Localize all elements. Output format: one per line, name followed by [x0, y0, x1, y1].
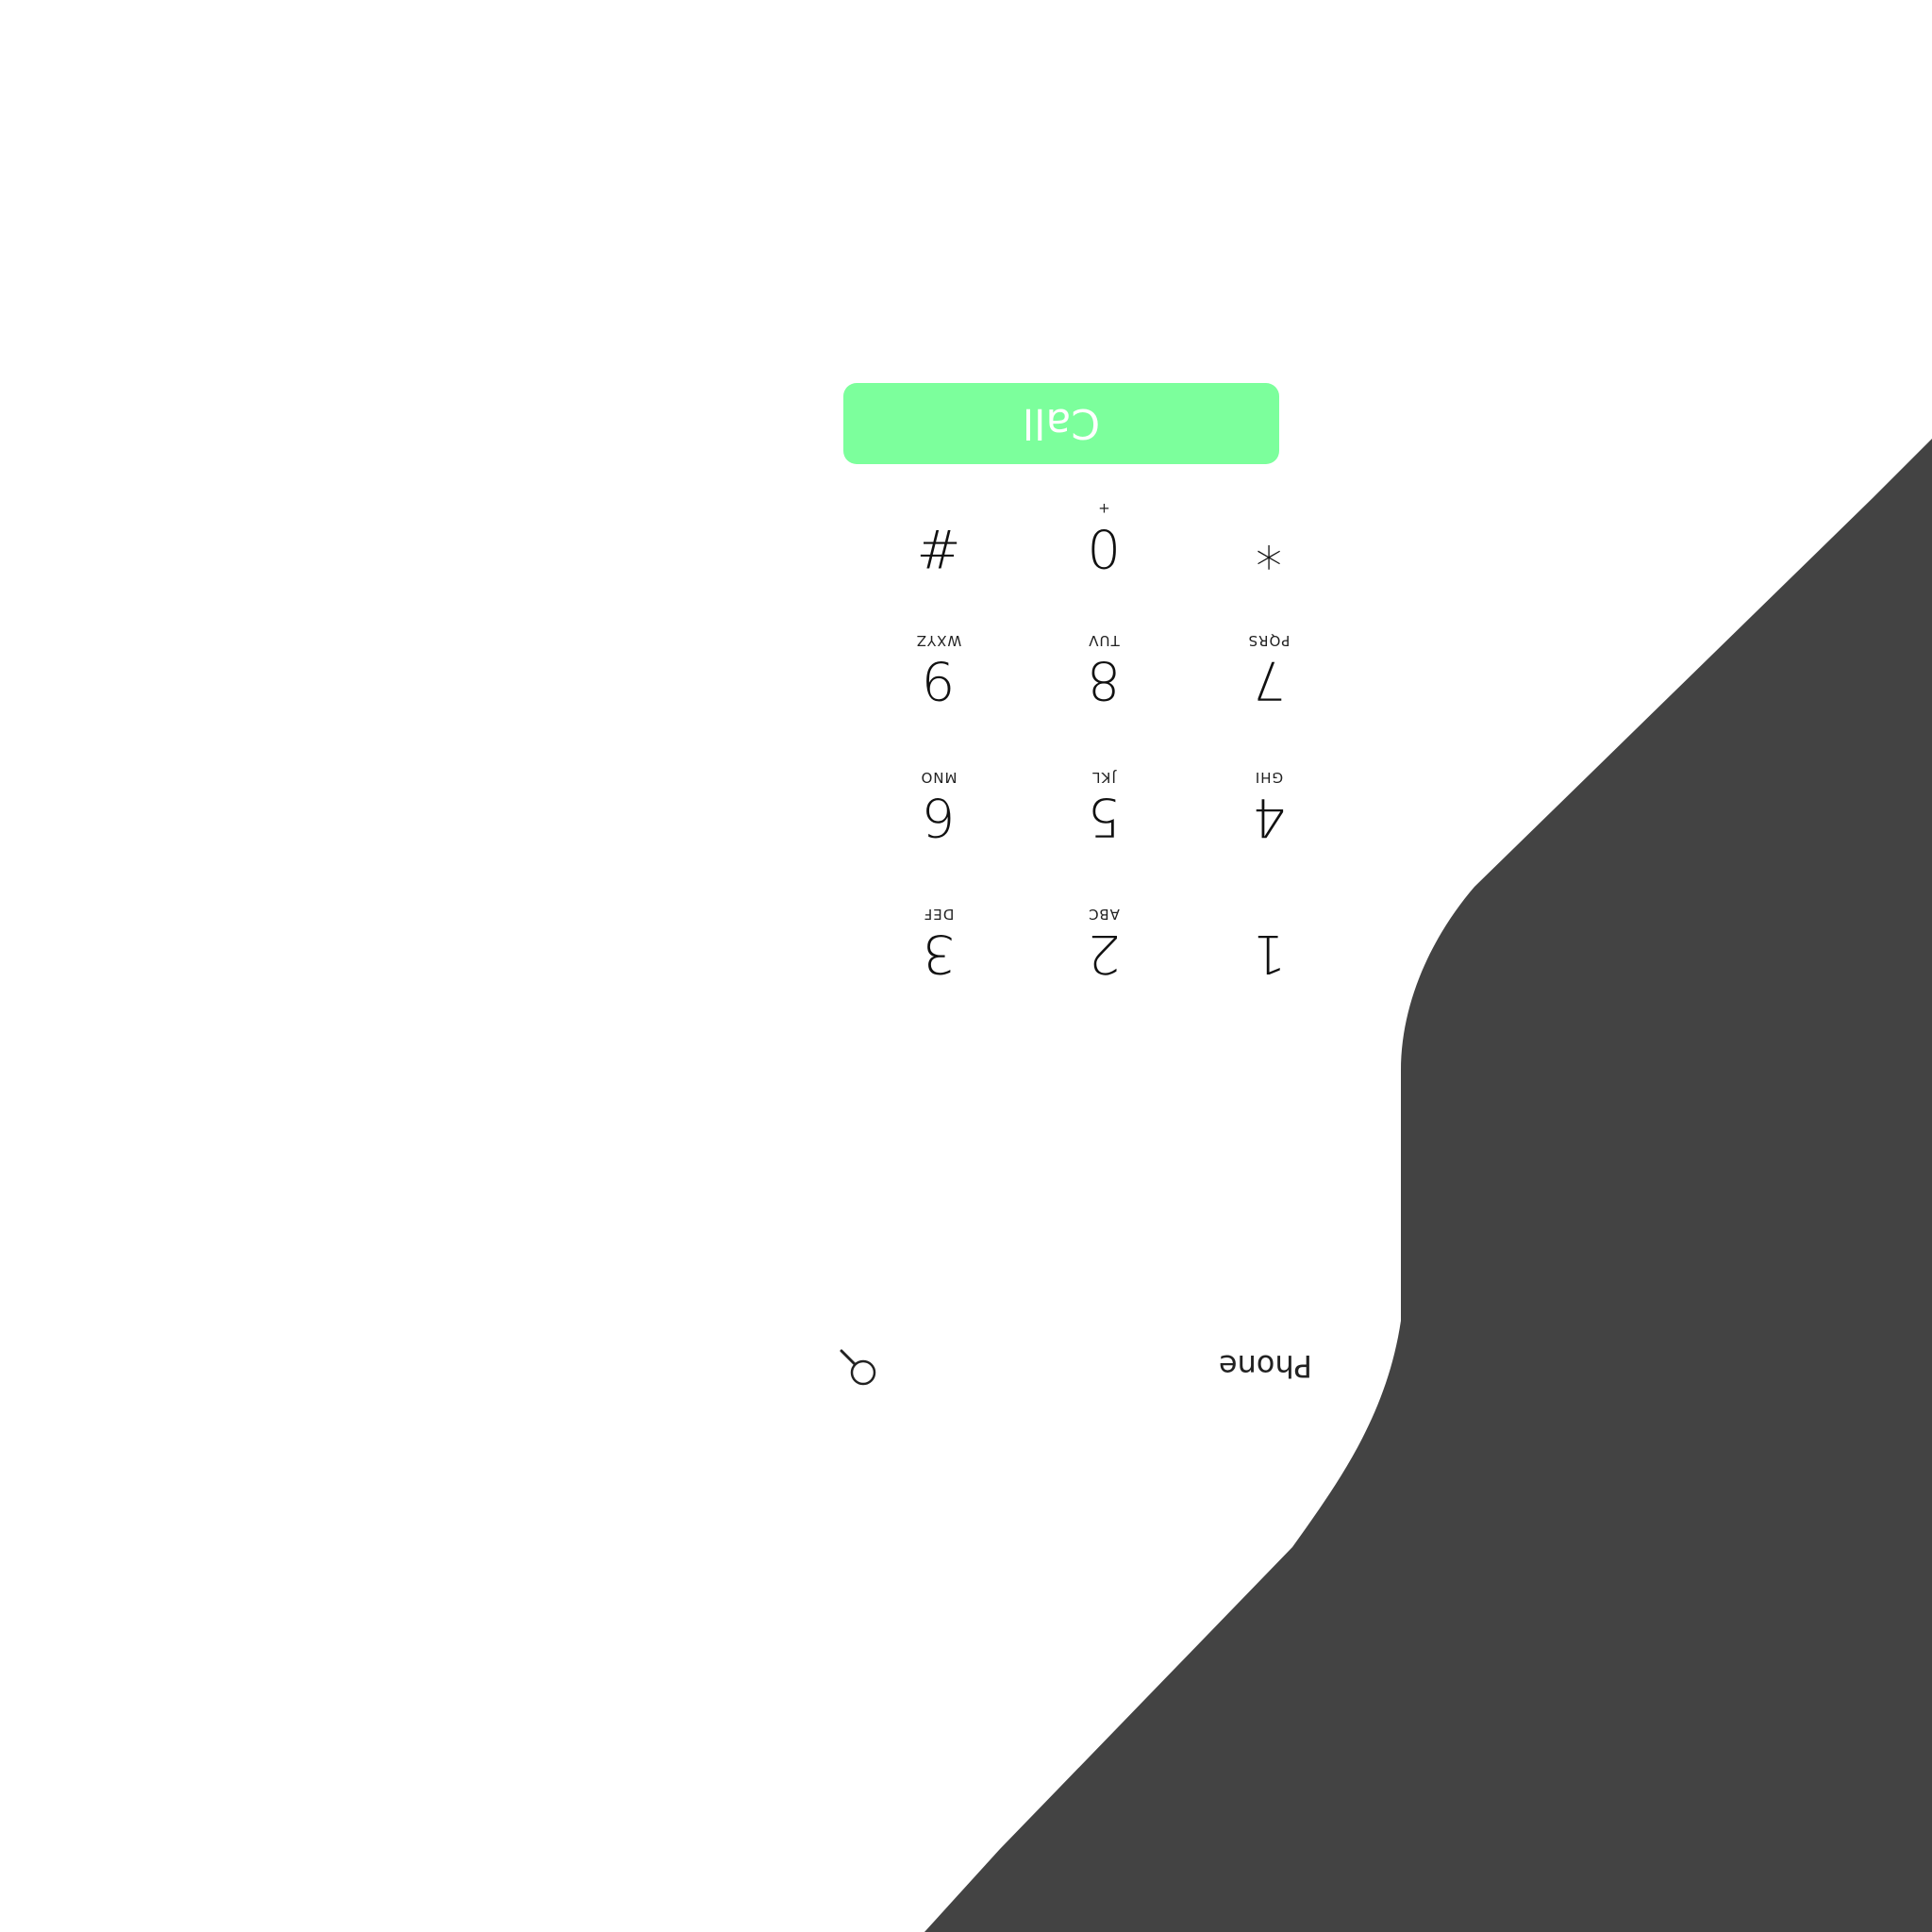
- hand-silhouette: [924, 439, 1932, 1932]
- phone-screen: Phone 1 2 ABC 3 DEF 4 GHI 5 JKL 6 MNO 7 …: [0, 0, 1932, 1932]
